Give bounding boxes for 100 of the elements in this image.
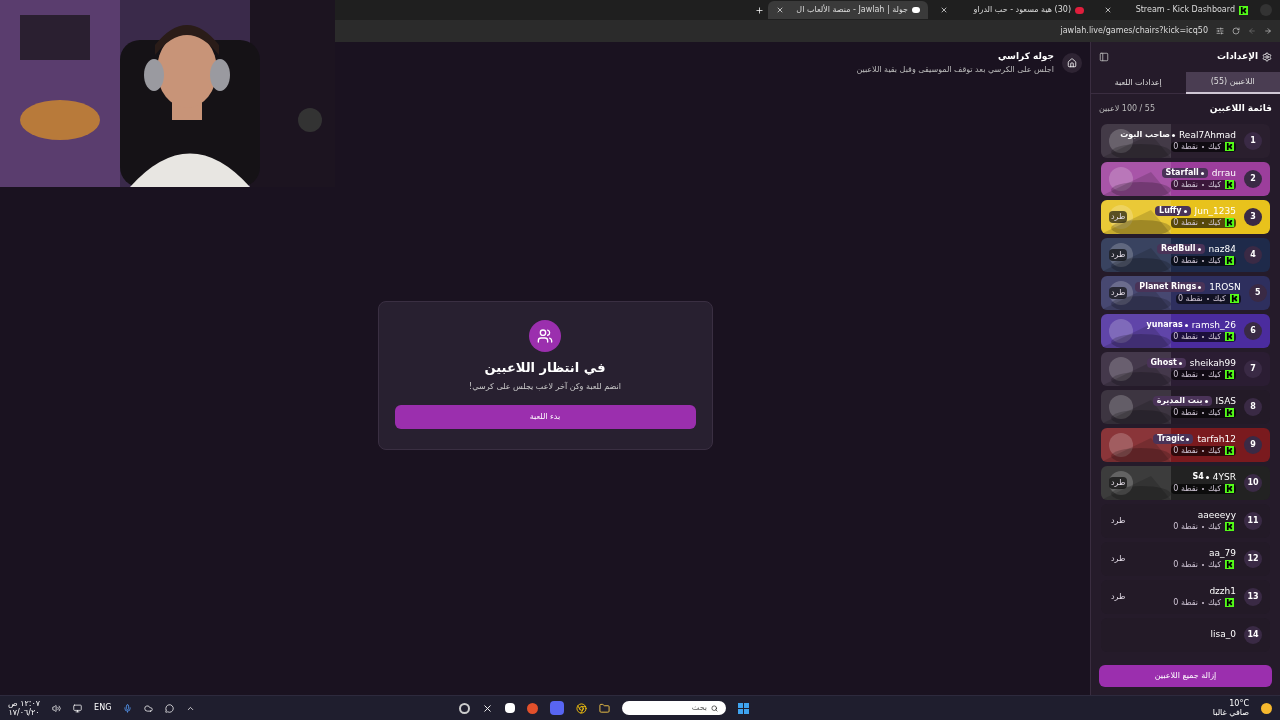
rank-number: 12 <box>1244 549 1262 568</box>
points-label: 0 نقطة <box>1173 597 1199 608</box>
player-name: lisa_0 <box>1210 629 1236 640</box>
sidebar-tab[interactable]: إعدادات اللعبة <box>1091 72 1186 94</box>
browser-tab[interactable]: (30) هية مسعود - حب الدراو <box>932 1 1092 19</box>
tag-label: S4 <box>1192 472 1204 482</box>
points-label: 0 نقطة <box>1173 179 1199 190</box>
volume-icon <box>52 703 62 713</box>
player-name: Real7Ahmad <box>1179 129 1236 141</box>
remove-all-button[interactable]: إزالة جميع اللاعبين <box>1099 665 1272 687</box>
points-label: 0 نقطة <box>1173 445 1199 456</box>
rank-number: 10 <box>1244 473 1262 492</box>
home-icon <box>1067 57 1077 68</box>
browser-tab[interactable]: جولة | Jawlah - منصة الألعاب ال <box>768 1 928 19</box>
monitor-icon <box>73 703 83 713</box>
search-placeholder: بحث <box>691 702 708 714</box>
kick-logo-icon <box>1225 522 1234 531</box>
rank-number: 13 <box>1244 587 1262 606</box>
tag-label: Starfall <box>1165 168 1199 178</box>
points-label: 0 نقطة <box>1173 407 1199 418</box>
close-icon <box>940 6 948 14</box>
tab-title: Stream - Kick Dashboard <box>1134 4 1235 16</box>
kick-logo-icon <box>1225 256 1234 265</box>
kick-logo-icon <box>1225 332 1234 341</box>
players-icon <box>529 319 561 352</box>
kick-button[interactable]: طرد <box>1109 552 1128 565</box>
tag-label: Luffy <box>1159 206 1182 216</box>
start-icon[interactable] <box>738 702 750 714</box>
platform-label: كيك <box>1208 559 1221 570</box>
kick-button[interactable]: طرد <box>1109 286 1128 299</box>
kick-button[interactable]: طرد <box>1109 248 1128 261</box>
language-indicator[interactable]: ENG <box>94 702 112 714</box>
rank-number: 9 <box>1244 435 1262 454</box>
points-label: 0 نقطة <box>1173 559 1199 570</box>
url-field[interactable]: jawlah.live/games/chairs?kick=icq50 <box>1060 25 1208 37</box>
platform-label: كيك <box>1208 331 1221 342</box>
player-name: ramsh_26 <box>1191 319 1236 331</box>
kick-logo-icon <box>1225 408 1234 417</box>
sidebar-title: الإعدادات <box>1217 50 1258 64</box>
tag-label: Ghost <box>1150 358 1177 368</box>
kick-logo-icon <box>1225 180 1234 189</box>
page-title: جوله كراسي <box>997 50 1054 63</box>
new-tab-button[interactable] <box>755 5 764 15</box>
platform-label: كيك <box>1208 179 1221 190</box>
app-icon[interactable] <box>459 702 471 714</box>
rank-number: 3 <box>1244 207 1262 226</box>
platform-label: كيك <box>1212 293 1226 304</box>
rank-number: 4 <box>1244 245 1262 264</box>
tag-label: بنت المديرة <box>1156 396 1203 406</box>
points-label: 0 نقطة <box>1173 141 1199 152</box>
search-icon <box>711 704 719 712</box>
kick-logo-icon <box>1225 446 1234 455</box>
cloud-icon <box>144 703 154 713</box>
kick-button[interactable]: طرد <box>1109 210 1128 223</box>
rank-number: 7 <box>1244 359 1262 378</box>
clock-time: ١٢:٠٧ ص <box>8 699 41 708</box>
site-icon <box>912 7 920 13</box>
player-name: drrau <box>1211 167 1236 179</box>
player-count: 55 / 100 لاعبين <box>1099 102 1156 115</box>
kick-button[interactable]: طرد <box>1109 590 1128 603</box>
settings-icon <box>1262 52 1272 62</box>
back-icon <box>1248 27 1256 35</box>
player-name: 4YSR <box>1212 471 1236 483</box>
rank-number: 5 <box>1248 283 1267 302</box>
rank-number: 6 <box>1244 321 1262 340</box>
tag-label: yunaras <box>1146 320 1183 330</box>
points-label: 0 نقطة <box>1173 255 1199 266</box>
tag-label: صاحب البوت <box>1120 130 1170 140</box>
points-label: 0 نقطة <box>1173 331 1199 342</box>
browser-icon <box>576 702 588 714</box>
platform-label: كيك <box>1208 369 1221 380</box>
platform-label: كيك <box>1208 521 1221 532</box>
home-button[interactable] <box>1062 52 1082 73</box>
platform-label: كيك <box>1208 597 1221 608</box>
player-name: aa_79 <box>1209 547 1236 559</box>
rank-number: 2 <box>1244 169 1262 188</box>
player-name: 1ROSN <box>1209 281 1241 293</box>
points-label: 0 نقطة <box>1173 217 1199 228</box>
list-title: قائمة اللاعبين <box>1209 102 1272 116</box>
player-name: dzzh1 <box>1209 585 1236 597</box>
kick-logo-icon <box>1225 218 1234 227</box>
browser-tab[interactable]: Stream - Kick Dashboard <box>1096 1 1256 19</box>
player-name: Jun_1235 <box>1194 205 1236 217</box>
player-name: sheikah99 <box>1189 357 1236 369</box>
close-icon <box>1104 6 1112 14</box>
platform-label: كيك <box>1208 445 1221 456</box>
microphone-icon <box>123 703 133 713</box>
rank-number: 8 <box>1244 397 1262 416</box>
kick-button[interactable]: طرد <box>1109 476 1128 489</box>
youtube-icon <box>1075 6 1084 14</box>
app-icon[interactable] <box>505 703 516 713</box>
kick-logo-icon <box>1225 142 1234 151</box>
taskbar-search-field[interactable]: بحث <box>622 701 727 715</box>
folder-icon <box>599 702 611 714</box>
kick-button[interactable]: طرد <box>1109 514 1128 527</box>
points-label: 0 نقطة <box>1173 483 1199 494</box>
card-message: انضم للعبة وكن آخر لاعب يجلس على كرسي! <box>469 381 621 394</box>
tab-title: (30) هية مسعود - حب الدراو <box>972 4 1071 16</box>
start-game-button[interactable]: بدء اللعبة <box>394 405 696 430</box>
sidebar-tab[interactable]: اللاعبين (55) <box>1185 72 1280 94</box>
